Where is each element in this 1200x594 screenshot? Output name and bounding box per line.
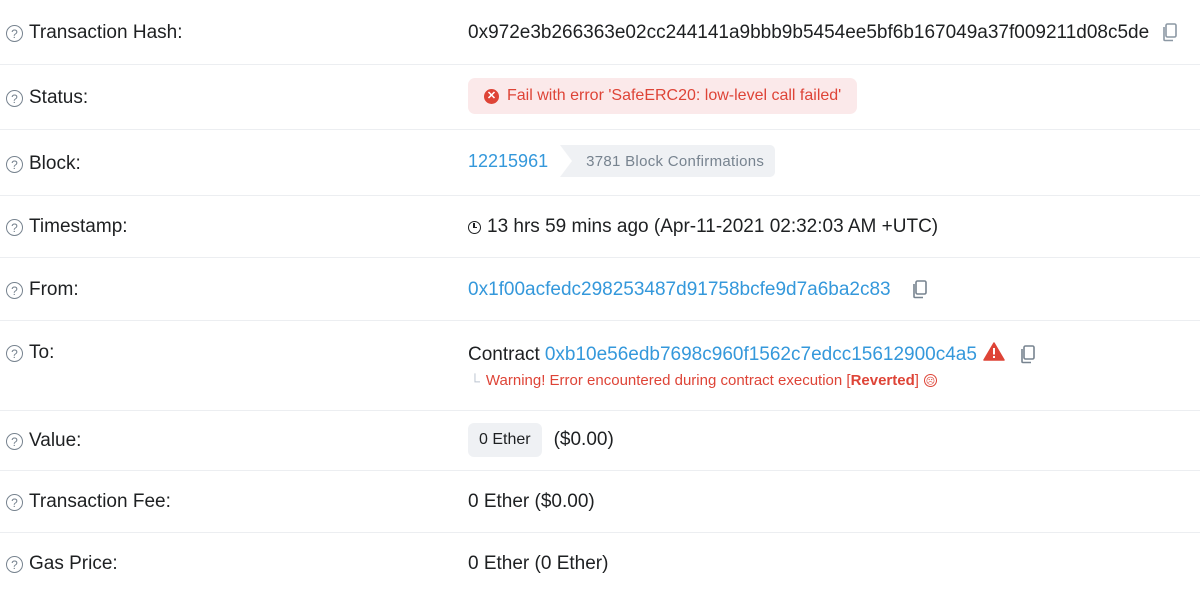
row-transaction-hash: ? Transaction Hash: 0x972e3b266363e02cc2… bbox=[0, 0, 1200, 65]
help-icon[interactable]: ? bbox=[6, 89, 23, 107]
value-transaction-hash: 0x972e3b266363e02cc244141a9bbb9b5454ee5b… bbox=[468, 22, 1179, 44]
label-text: Value: bbox=[29, 430, 82, 451]
value-gas-price: 0 Ether (0 Ether) bbox=[468, 553, 608, 575]
label-text: Transaction Fee: bbox=[29, 491, 171, 512]
row-to: ? To: Contract 0xb10e56edb7698c960f1562c… bbox=[0, 320, 1200, 411]
row-gas-price: ? Gas Price: 0 Ether (0 Ether) bbox=[0, 532, 1200, 594]
contract-label: Contract bbox=[468, 343, 540, 365]
reverted-label: Reverted bbox=[850, 372, 915, 389]
value-transaction-fee: 0 Ether ($0.00) bbox=[468, 491, 595, 513]
warning-suffix: ] bbox=[914, 372, 919, 389]
label-text: Gas Price: bbox=[29, 553, 118, 574]
label-gas-price: ? Gas Price: bbox=[6, 553, 118, 575]
row-value: ? Value: 0 Ether ($0.00) bbox=[0, 410, 1200, 471]
confirmations-badge: 3781 Block Confirmations bbox=[560, 145, 776, 177]
clock-icon bbox=[468, 220, 481, 234]
label-text: Status: bbox=[29, 87, 89, 108]
label-text: From: bbox=[29, 279, 79, 300]
label-transaction-hash: ? Transaction Hash: bbox=[6, 22, 182, 44]
help-icon[interactable]: ? bbox=[6, 24, 23, 42]
to-address-link[interactable]: 0xb10e56edb7698c960f1562c7edcc15612900c4… bbox=[545, 344, 977, 366]
corner-arrow-icon: └ bbox=[470, 372, 480, 389]
help-icon[interactable]: ? bbox=[6, 344, 23, 362]
help-icon[interactable]: ? bbox=[6, 281, 23, 299]
contract-execution-warning: └ Warning! Error encountered during cont… bbox=[470, 372, 937, 389]
status-text: Fail with error 'SafeERC20: low-level ca… bbox=[507, 87, 842, 104]
value-from: 0x1f00acfedc298253487d91758bcfe9d7a6ba2c… bbox=[468, 279, 929, 301]
row-transaction-fee: ? Transaction Fee: 0 Ether ($0.00) bbox=[0, 470, 1200, 533]
help-icon[interactable]: ? bbox=[6, 432, 23, 450]
block-number-link[interactable]: 12215961 bbox=[468, 151, 548, 172]
row-from: ? From: 0x1f00acfedc298253487d91758bcfe9… bbox=[0, 257, 1200, 321]
row-timestamp: ? Timestamp: 13 hrs 59 mins ago (Apr-11-… bbox=[0, 195, 1200, 258]
label-text: To: bbox=[29, 342, 55, 363]
help-icon[interactable]: ? bbox=[6, 218, 23, 236]
copy-icon[interactable] bbox=[911, 280, 929, 300]
value-to: Contract 0xb10e56edb7698c960f1562c7edcc1… bbox=[468, 342, 1037, 367]
gas-price-text: 0 Ether (0 Ether) bbox=[468, 553, 609, 574]
value-block: 12215961 3781 Block Confirmations bbox=[468, 145, 776, 177]
value-status: ✕ Fail with error 'SafeERC20: low-level … bbox=[468, 78, 858, 114]
warning-icon bbox=[983, 342, 1005, 367]
label-text: Transaction Hash: bbox=[29, 22, 183, 43]
copy-icon[interactable] bbox=[1019, 344, 1037, 365]
help-icon[interactable]: ? bbox=[6, 555, 23, 573]
value-timestamp: 13 hrs 59 mins ago (Apr-11-2021 02:32:03… bbox=[468, 216, 938, 238]
label-from: ? From: bbox=[6, 279, 79, 301]
usd-value: ($0.00) bbox=[553, 429, 614, 450]
timestamp-text: 13 hrs 59 mins ago (Apr-11-2021 02:32:03… bbox=[487, 216, 939, 237]
label-to: ? To: bbox=[6, 342, 54, 364]
label-transaction-fee: ? Transaction Fee: bbox=[6, 491, 171, 513]
row-status: ? Status: ✕ Fail with error 'SafeERC20: … bbox=[0, 64, 1200, 130]
row-block: ? Block: 12215961 3781 Block Confirmatio… bbox=[0, 129, 1200, 196]
ether-value-badge: 0 Ether bbox=[468, 423, 542, 457]
help-icon[interactable]: ? bbox=[6, 493, 23, 511]
value-value: 0 Ether ($0.00) bbox=[468, 423, 614, 457]
status-badge: ✕ Fail with error 'SafeERC20: low-level … bbox=[468, 78, 858, 114]
label-status: ? Status: bbox=[6, 87, 88, 109]
label-block: ? Block: bbox=[6, 153, 81, 175]
fee-text: 0 Ether ($0.00) bbox=[468, 491, 595, 512]
label-timestamp: ? Timestamp: bbox=[6, 216, 128, 238]
warning-text: Warning! Error encountered during contra… bbox=[485, 372, 851, 389]
copy-icon[interactable] bbox=[1161, 23, 1179, 43]
from-address-link[interactable]: 0x1f00acfedc298253487d91758bcfe9d7a6ba2c… bbox=[468, 279, 891, 301]
label-text: Block: bbox=[29, 153, 81, 174]
fail-icon: ✕ bbox=[484, 88, 499, 104]
label-text: Timestamp: bbox=[29, 216, 128, 237]
transaction-hash: 0x972e3b266363e02cc244141a9bbb9b5454ee5b… bbox=[468, 22, 1150, 43]
help-icon[interactable]: ? bbox=[6, 155, 23, 173]
label-value: ? Value: bbox=[6, 430, 81, 452]
sad-face-icon: ☹ bbox=[923, 374, 937, 387]
